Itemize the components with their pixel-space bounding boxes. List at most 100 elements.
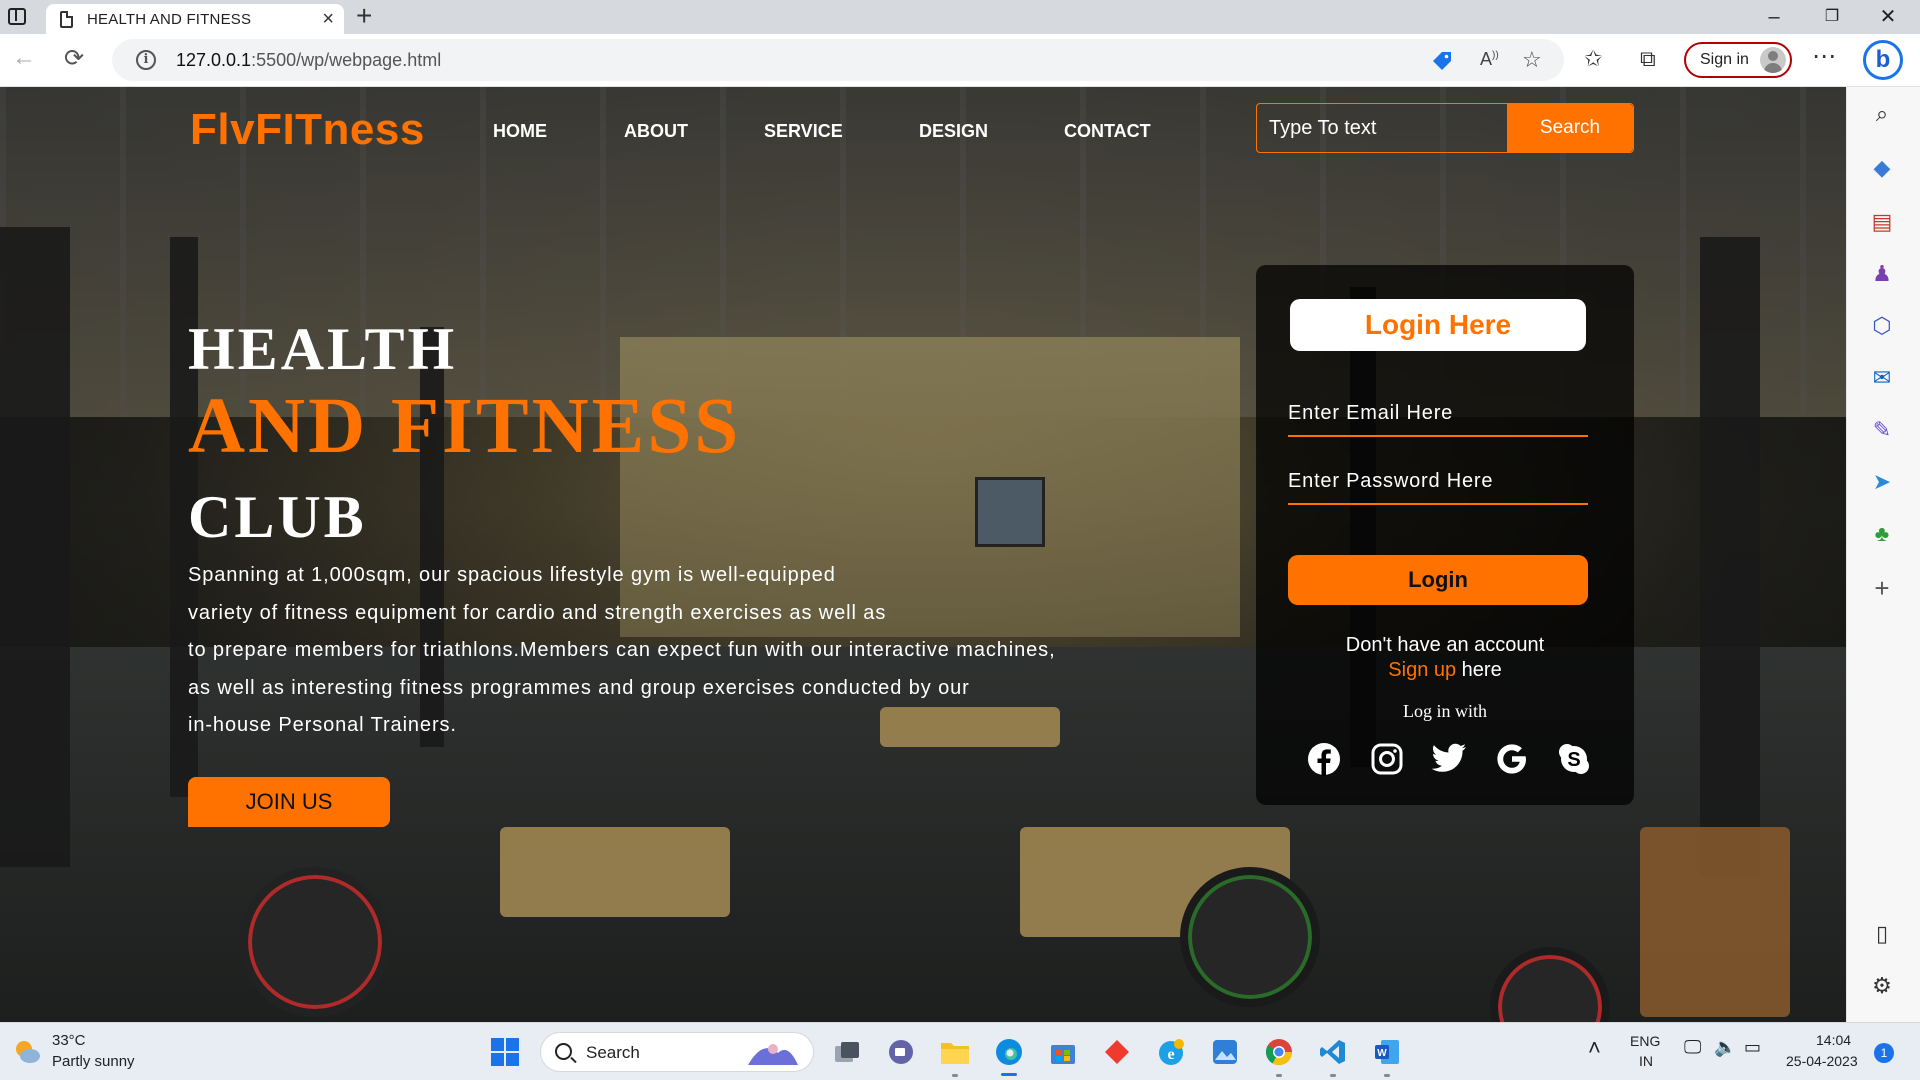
collections-icon[interactable]: ⧉: [1640, 46, 1656, 72]
address-bar[interactable]: i 127.0.0.1:5500/wp/webpage.html A)) ☆: [112, 39, 1564, 81]
search-button[interactable]: Search: [1507, 104, 1633, 152]
nav-about[interactable]: ABOUT: [624, 121, 688, 142]
back-icon[interactable]: ←: [12, 44, 36, 72]
join-us-button[interactable]: JOIN US: [188, 777, 390, 827]
tab-close-icon[interactable]: ×: [322, 8, 334, 31]
read-aloud-icon[interactable]: A)): [1480, 49, 1499, 70]
instagram-icon[interactable]: [1367, 739, 1407, 779]
edge-sidebar: ⌕ ◆ ▤ ♟ ⬡ ✉ ✎ ➤ ♣ + ▯ ⚙: [1846, 87, 1920, 1022]
email-field[interactable]: [1288, 391, 1588, 437]
outlook-icon[interactable]: ✉: [1869, 365, 1895, 391]
svg-text:e: e: [1167, 1046, 1174, 1063]
signup-line: Sign up here: [1388, 659, 1502, 681]
site-search: Search: [1256, 103, 1634, 153]
profile-avatar: [1760, 47, 1786, 73]
clock-time[interactable]: 14:04: [1816, 1032, 1851, 1048]
search-highlight-icon: [748, 1044, 798, 1065]
sign-in-button[interactable]: Sign in: [1684, 42, 1792, 78]
nav-service[interactable]: SERVICE: [764, 121, 843, 142]
add-icon[interactable]: +: [1869, 575, 1895, 601]
volume-icon[interactable]: 🔈: [1714, 1037, 1736, 1058]
task-view-icon[interactable]: [830, 1035, 864, 1069]
minimize-icon[interactable]: –: [1754, 2, 1794, 32]
social-login-icons: S: [1304, 739, 1594, 779]
nav-home[interactable]: HOME: [493, 121, 547, 142]
facebook-icon[interactable]: [1304, 739, 1344, 779]
designer-icon[interactable]: ✎: [1869, 417, 1895, 443]
photos-icon[interactable]: [1208, 1035, 1242, 1069]
anydesk-icon[interactable]: [1100, 1035, 1134, 1069]
search-icon: [555, 1043, 572, 1060]
file-explorer-icon[interactable]: [938, 1035, 972, 1069]
signup-link[interactable]: Sign up: [1388, 659, 1456, 681]
running-app-indicator: [1330, 1074, 1336, 1077]
webpage: FlvFITness HOME ABOUT SERVICE DESIGN CON…: [0, 87, 1846, 1022]
add-favorite-icon[interactable]: ☆: [1522, 47, 1542, 73]
hero-title-line-3: CLUB: [188, 484, 367, 550]
site-logo[interactable]: FlvFITness: [190, 105, 425, 155]
coupon-tag-icon[interactable]: [1430, 49, 1454, 73]
send-icon[interactable]: ➤: [1869, 469, 1895, 495]
start-icon[interactable]: [488, 1035, 522, 1069]
description-line: to prepare members for triathlons.Member…: [188, 639, 1056, 661]
background-mat: [500, 827, 730, 917]
tools-icon[interactable]: ▤: [1869, 209, 1895, 235]
twitter-icon[interactable]: [1429, 739, 1469, 779]
no-account-text: Don't have an account: [1345, 634, 1545, 656]
running-app-indicator: [1276, 1074, 1282, 1077]
background-weight-plate: [1180, 867, 1320, 1007]
tray-overflow-icon[interactable]: ˄: [1588, 1035, 1601, 1061]
microsoft-365-icon[interactable]: ⬡: [1869, 313, 1895, 339]
tab-title: HEALTH AND FITNESS: [87, 10, 252, 28]
search-input[interactable]: [1257, 104, 1509, 152]
browser-tab[interactable]: HEALTH AND FITNESS ×: [46, 4, 344, 34]
google-icon[interactable]: [1492, 739, 1532, 779]
notification-badge[interactable]: 1: [1874, 1043, 1894, 1063]
vscode-icon[interactable]: [1316, 1035, 1350, 1069]
microsoft-store-icon[interactable]: [1046, 1035, 1080, 1069]
network-icon[interactable]: 🖵: [1684, 1037, 1701, 1058]
password-field[interactable]: [1288, 459, 1588, 505]
svg-text:W: W: [1377, 1048, 1387, 1059]
hero-description: Spanning at 1,000sqm, our spacious lifes…: [188, 557, 1128, 745]
running-app-indicator: [952, 1074, 958, 1077]
split-screen-icon[interactable]: ▯: [1869, 921, 1895, 947]
description-line: Spanning at 1,000sqm, our spacious lifes…: [188, 564, 836, 586]
more-options-icon[interactable]: ⋯: [1812, 42, 1836, 71]
description-line: in-house Personal Trainers.: [188, 714, 457, 736]
bing-copilot-icon[interactable]: b: [1863, 40, 1903, 80]
new-tab-button[interactable]: +: [356, 0, 372, 32]
settings-icon[interactable]: ⚙: [1869, 973, 1895, 999]
taskbar-search[interactable]: Search: [540, 1032, 814, 1072]
internet-explorer-icon[interactable]: e: [1154, 1035, 1188, 1069]
nav-design[interactable]: DESIGN: [919, 121, 988, 142]
window-close-icon[interactable]: ✕: [1868, 2, 1908, 32]
shopping-tag-icon[interactable]: ◆: [1869, 155, 1895, 181]
clock-date[interactable]: 25-04-2023: [1786, 1053, 1858, 1069]
skype-icon[interactable]: S: [1554, 739, 1594, 779]
battery-icon[interactable]: ▭: [1744, 1037, 1761, 1058]
site-info-icon[interactable]: i: [136, 50, 156, 70]
tree-icon[interactable]: ♣: [1869, 521, 1895, 547]
hero-title-line-2: AND FITNESS: [188, 383, 742, 470]
tab-actions-icon[interactable]: [8, 8, 26, 25]
weather-icon[interactable]: [12, 1037, 42, 1067]
login-title: Login Here: [1290, 299, 1586, 351]
search-icon[interactable]: ⌕: [1869, 101, 1895, 127]
language-top[interactable]: ENG: [1630, 1033, 1660, 1049]
favorites-icon[interactable]: ✩: [1584, 46, 1602, 72]
login-button[interactable]: Login: [1288, 555, 1588, 605]
nav-contact[interactable]: CONTACT: [1064, 121, 1151, 142]
page-favicon-icon: [60, 10, 73, 28]
word-icon[interactable]: W: [1370, 1035, 1404, 1069]
chrome-icon[interactable]: [1262, 1035, 1296, 1069]
restore-icon[interactable]: ❐: [1812, 2, 1852, 32]
background-box: [1640, 827, 1790, 1017]
language-bottom[interactable]: IN: [1639, 1053, 1653, 1069]
games-icon[interactable]: ♟: [1869, 261, 1895, 287]
teams-chat-icon[interactable]: [884, 1035, 918, 1069]
background-weight-plate: [240, 867, 390, 1017]
description-line: variety of fitness equipment for cardio …: [188, 601, 887, 624]
refresh-icon[interactable]: ⟳: [64, 44, 84, 73]
edge-browser-icon[interactable]: [992, 1035, 1026, 1069]
